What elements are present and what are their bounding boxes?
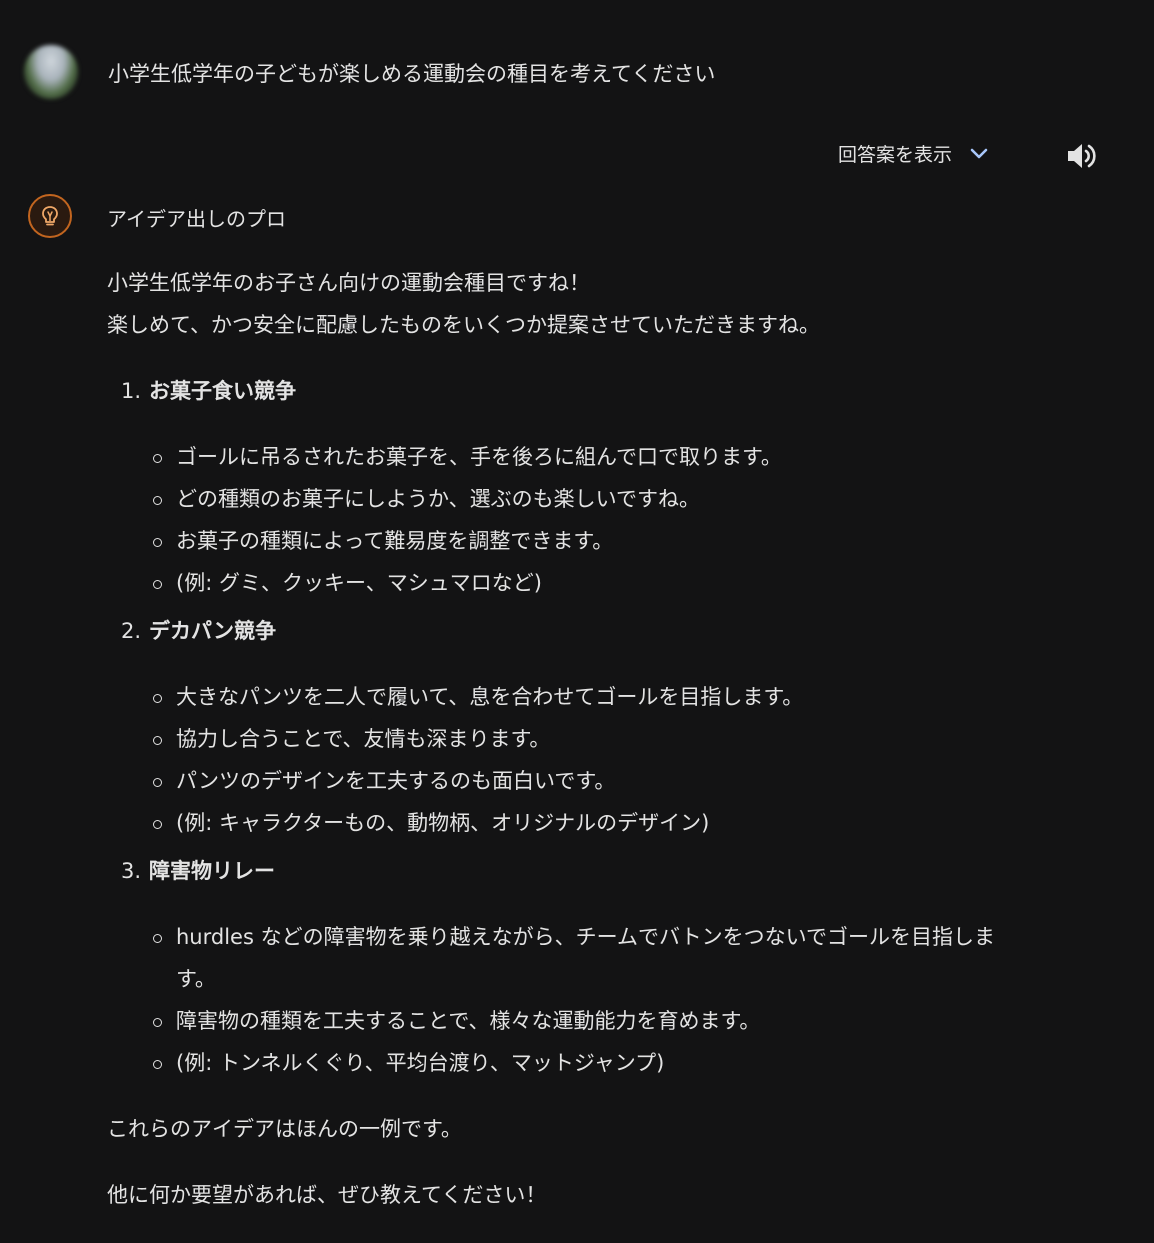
list-item-title-text: 障害物リレー — [149, 859, 275, 883]
chevron-down-icon — [968, 143, 990, 165]
list-item: お菓子の種類によって難易度を調整できます。 — [107, 520, 1027, 562]
list-item: どの種類のお菓子にしようか、選ぶのも楽しいですね。 — [107, 478, 1027, 520]
list-item: ゴールに吊るされたお菓子を、手を後ろに組んで口で取ります。 — [107, 436, 1027, 478]
list-item-title-text: デカパン競争 — [149, 619, 277, 643]
list-item-number: 1. — [121, 379, 142, 403]
response-body: 小学生低学年のお子さん向けの運動会種目ですね！ 楽しめて、かつ安全に配慮したもの… — [107, 262, 1027, 1216]
closing-text: 他に何か要望があれば、ぜひ教えてください！ — [107, 1183, 547, 1207]
user-prompt-text: 小学生低学年の子どもが楽しめる運動会の種目を考えてください — [108, 62, 716, 86]
list-item-title: 1. お菓子食い競争 — [107, 370, 1027, 412]
list-item: パンツのデザインを工夫するのも面白いです。 — [107, 760, 1027, 802]
lightbulb-icon — [28, 194, 72, 238]
intro-line-2: 楽しめて、かつ安全に配慮したものをいくつか提案させていただきますね。 — [107, 313, 820, 337]
list-item-title: 2. デカパン競争 — [107, 610, 1027, 652]
list-item: (例: グミ、クッキー、マシュマロなど) — [107, 562, 1027, 604]
gem-name: アイデア出しのプロ — [107, 207, 286, 231]
list-item: 協力し合うことで、友情も深まります。 — [107, 718, 1027, 760]
show-drafts-button[interactable]: 回答案を表示 — [838, 140, 990, 167]
sub-list: 大きなパンツを二人で履いて、息を合わせてゴールを目指します。 協力し合うことで、… — [107, 676, 1027, 844]
list-item-number: 3. — [121, 859, 142, 883]
sub-list: hurdles などの障害物を乗り越えながら、チームでバトンをつないでゴールを目… — [107, 916, 1027, 1084]
list-item: hurdles などの障害物を乗り越えながら、チームでバトンをつないでゴールを目… — [107, 916, 1027, 1000]
gem-header: アイデア出しのプロ — [28, 192, 286, 240]
list-item: (例: キャラクターもの、動物柄、オリジナルのデザイン) — [107, 802, 1027, 844]
show-drafts-label: 回答案を表示 — [838, 144, 953, 166]
avatar[interactable] — [24, 45, 78, 99]
list-item: (例: トンネルくぐり、平均台渡り、マットジャンプ) — [107, 1042, 1027, 1084]
list-item-title-text: お菓子食い競争 — [149, 379, 296, 403]
list-item-title: 3. 障害物リレー — [107, 850, 1027, 892]
speaker-icon[interactable] — [1064, 139, 1098, 173]
user-message: 小学生低学年の子どもが楽しめる運動会の種目を考えてください — [24, 44, 715, 100]
list-item: 大きなパンツを二人で履いて、息を合わせてゴールを目指します。 — [107, 676, 1027, 718]
outro-text: これらのアイデアはほんの一例です。 — [107, 1117, 462, 1141]
list-item-number: 2. — [121, 619, 142, 643]
intro-line-1: 小学生低学年のお子さん向けの運動会種目ですね！ — [107, 271, 590, 295]
sub-list: ゴールに吊るされたお菓子を、手を後ろに組んで口で取ります。 どの種類のお菓子にし… — [107, 436, 1027, 604]
response-toolbar: 回答案を表示 — [0, 136, 1154, 176]
list-item: 障害物の種類を工夫することで、様々な運動能力を育めます。 — [107, 1000, 1027, 1042]
